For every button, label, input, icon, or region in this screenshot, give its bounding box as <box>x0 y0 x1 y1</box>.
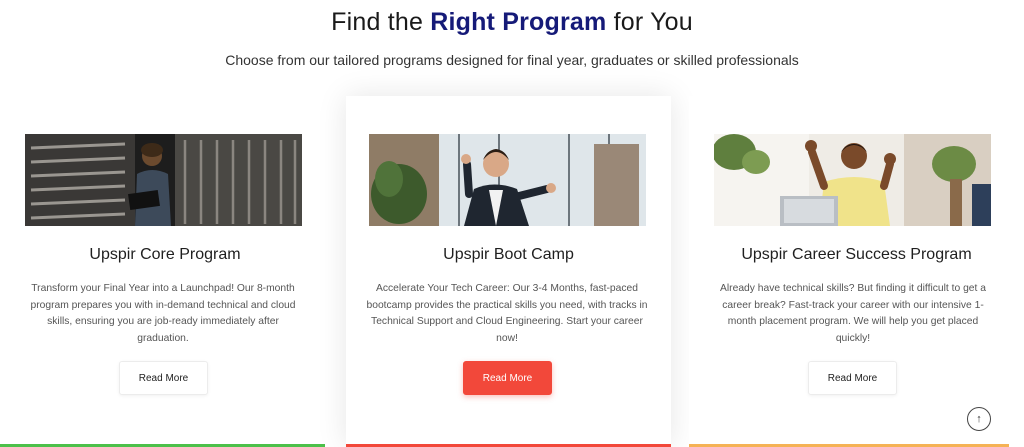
program-description: Transform your Final Year into a Launchp… <box>30 283 296 344</box>
program-card-core: Upspir Core Program Transform your Final… <box>0 96 330 447</box>
program-card-career-success: Upspir Career Success Program Already ha… <box>689 96 1024 447</box>
read-more-button[interactable]: Read More <box>463 361 552 395</box>
read-more-button[interactable]: Read More <box>119 361 208 395</box>
program-description: Already have technical skills? But findi… <box>720 283 986 344</box>
program-description: Accelerate Your Tech Career: Our 3-4 Mon… <box>366 283 648 344</box>
program-title: Upspir Core Program <box>89 246 241 263</box>
scroll-to-top-button[interactable]: ↑ <box>967 407 991 431</box>
program-image-core <box>25 134 302 226</box>
read-more-button[interactable]: Read More <box>808 361 897 395</box>
section-heading: Find the Right Program for You <box>0 8 1024 37</box>
heading-suffix: for You <box>606 8 693 36</box>
arrow-up-icon: ↑ <box>976 413 982 425</box>
program-image-bootcamp <box>369 134 646 226</box>
heading-prefix: Find the <box>331 8 431 36</box>
program-title: Upspir Boot Camp <box>443 246 574 263</box>
program-card-bootcamp: Upspir Boot Camp Accelerate Your Tech Ca… <box>346 96 671 447</box>
program-title: Upspir Career Success Program <box>741 246 972 263</box>
heading-accent: Right Program <box>430 8 607 36</box>
section-subtitle: Choose from our tailored programs design… <box>225 52 799 68</box>
program-image-career-success <box>714 134 991 226</box>
